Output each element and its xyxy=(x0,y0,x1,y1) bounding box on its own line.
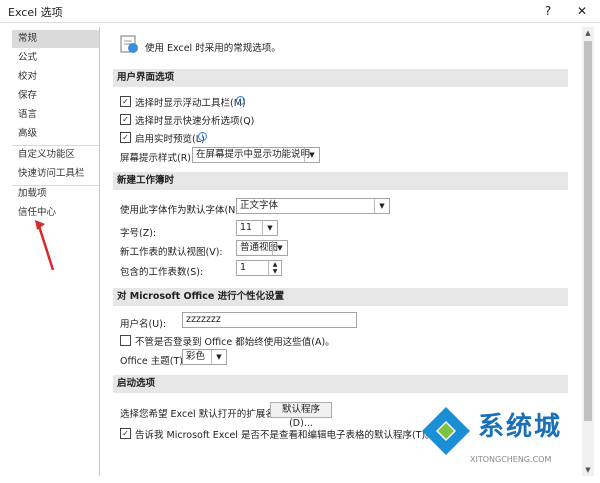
chevron-down-icon: ▼ xyxy=(272,241,287,255)
default-font-label: 使用此字体作为默认字体(N): xyxy=(120,205,243,216)
font-size-value: 11 xyxy=(240,222,253,233)
always-use-label: 不管是否登录到 Office 都始终使用这些值(A)。 xyxy=(135,337,335,348)
checkbox-tell-default[interactable]: ✓ xyxy=(120,428,131,439)
close-icon[interactable]: ✕ xyxy=(572,2,592,20)
office-theme-label: Office 主题(T): xyxy=(120,356,187,367)
spin-arrows-icon[interactable]: ▲ ▼ xyxy=(268,261,281,275)
sidebar-item-add-ins[interactable]: 加载项 xyxy=(12,185,99,203)
section-header-new-workbook: 新建工作簿时 xyxy=(113,172,568,190)
sidebar-item-general[interactable]: 常规 xyxy=(12,30,99,48)
scroll-up-icon[interactable]: ▲ xyxy=(582,27,594,39)
scrollbar[interactable]: ▲ ▼ xyxy=(582,27,594,476)
info-icon: i xyxy=(236,96,245,105)
opt-quick-analysis-label: 选择时显示快速分析选项(Q) xyxy=(135,116,255,127)
scrollbar-thumb[interactable] xyxy=(584,41,592,421)
sidebar-item-formulas[interactable]: 公式 xyxy=(12,49,99,67)
watermark-url: XITONGCHENG.COM xyxy=(470,455,552,464)
checkbox-always-use[interactable] xyxy=(120,335,131,346)
extensions-label: 选择您希望 Excel 默认打开的扩展名: xyxy=(120,409,278,420)
tooltip-style-value: 在屏幕提示中显示功能说明 xyxy=(196,149,311,160)
office-theme-value: 彩色 xyxy=(186,351,206,362)
sidebar-item-proofing[interactable]: 校对 xyxy=(12,68,99,86)
checkbox-quick-analysis[interactable]: ✓ xyxy=(120,114,131,125)
default-view-label: 新工作表的默认视图(V): xyxy=(120,247,223,258)
checkbox-mini-toolbar[interactable]: ✓ xyxy=(120,96,131,107)
tell-default-label: 告诉我 Microsoft Excel 是否不是查看和编辑电子表格的默认程序(T… xyxy=(135,430,435,441)
default-programs-button[interactable]: 默认程序(D)... xyxy=(270,402,332,429)
default-font-value: 正文字体 xyxy=(240,200,279,211)
chevron-down-icon: ▼ xyxy=(211,350,226,364)
default-font-select[interactable]: 正文字体 ▼ xyxy=(236,198,390,214)
red-arrow-annotation-icon xyxy=(35,220,55,271)
sheet-count-value: 1 xyxy=(240,262,247,273)
sidebar-item-advanced[interactable]: 高级 xyxy=(12,125,99,143)
section-header-startup: 启动选项 xyxy=(113,375,568,393)
office-theme-select[interactable]: 彩色 ▼ xyxy=(182,349,227,365)
general-options-icon xyxy=(120,35,138,53)
watermark-brand: 系统城 xyxy=(478,412,563,442)
windows-logo-icon xyxy=(422,407,470,455)
sheet-count-stepper[interactable]: 1 ▲ ▼ xyxy=(236,260,282,276)
default-view-select[interactable]: 普通视图 ▼ xyxy=(236,240,288,256)
section-header-ui: 用户界面选项 xyxy=(113,69,568,87)
sheet-count-label: 包含的工作表数(S): xyxy=(120,267,204,278)
username-label: 用户名(U): xyxy=(120,319,167,330)
sidebar-item-language[interactable]: 语言 xyxy=(12,106,99,124)
sidebar-item-quick-access[interactable]: 快速访问工具栏 xyxy=(12,165,99,183)
chevron-down-icon: ▼ xyxy=(304,148,319,162)
tooltip-style-select[interactable]: 在屏幕提示中显示功能说明 ▼ xyxy=(192,147,320,163)
username-value: zzzzzzz xyxy=(186,314,221,325)
help-icon[interactable]: ? xyxy=(538,2,558,20)
username-input[interactable]: zzzzzzz xyxy=(182,312,357,328)
scroll-down-icon[interactable]: ▼ xyxy=(582,464,594,476)
tooltip-style-label: 屏幕提示样式(R): xyxy=(120,153,195,164)
font-size-label: 字号(Z): xyxy=(120,228,157,239)
sidebar-item-customize-ribbon[interactable]: 自定义功能区 xyxy=(12,146,99,164)
title-bar: Excel 选项 ? ✕ xyxy=(0,0,600,23)
font-size-select[interactable]: 11 ▼ xyxy=(236,220,278,236)
checkbox-live-preview[interactable]: ✓ xyxy=(120,132,131,143)
intro-text: 使用 Excel 时采用的常规选项。 xyxy=(145,43,281,54)
opt-live-preview-label: 启用实时预览(L) xyxy=(135,134,205,145)
window-title: Excel 选项 xyxy=(8,6,63,19)
chevron-down-icon: ▼ xyxy=(262,221,277,235)
sidebar-item-save[interactable]: 保存 xyxy=(12,87,99,105)
opt-mini-toolbar-label: 选择时显示浮动工具栏(M) xyxy=(135,98,246,109)
info-icon: i xyxy=(198,132,207,141)
section-header-personalize: 对 Microsoft Office 进行个性化设置 xyxy=(113,288,568,306)
chevron-down-icon: ▼ xyxy=(374,199,389,213)
